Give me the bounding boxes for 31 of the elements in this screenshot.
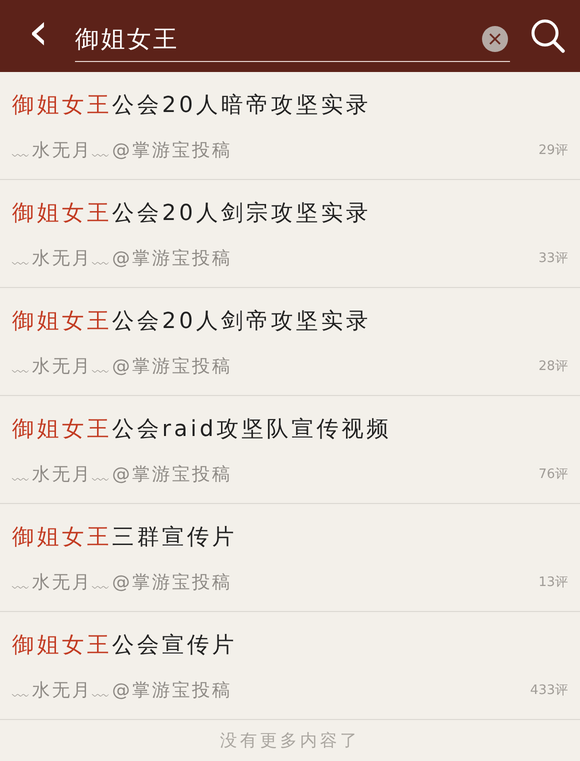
- result-source: ﹏水无月﹏@掌游宝投稿: [12, 138, 232, 162]
- result-item[interactable]: 御姐女王 公会20人剑宗攻坚实录 ﹏水无月﹏@掌游宝投稿 33评: [0, 180, 580, 288]
- result-title: 御姐女王 公会20人暗帝攻坚实录: [12, 92, 372, 120]
- result-source: ﹏水无月﹏@掌游宝投稿: [12, 678, 232, 702]
- result-source: ﹏水无月﹏@掌游宝投稿: [12, 462, 232, 486]
- result-source: ﹏水无月﹏@掌游宝投稿: [12, 246, 232, 270]
- close-icon: [489, 32, 501, 44]
- result-title: 御姐女王 公会raid攻坚队宣传视频: [12, 416, 393, 444]
- search-field[interactable]: 御姐女王: [74, 16, 510, 60]
- result-source: ﹏水无月﹏@掌游宝投稿: [12, 354, 232, 378]
- result-title: 御姐女王 公会宣传片: [12, 632, 238, 660]
- comment-count: 433评: [530, 682, 568, 698]
- comment-count: 28评: [538, 358, 568, 374]
- clear-button[interactable]: [482, 26, 508, 52]
- back-button[interactable]: ‹: [22, 6, 55, 58]
- result-item[interactable]: 御姐女王 公会20人暗帝攻坚实录 ﹏水无月﹏@掌游宝投稿 29评: [0, 72, 580, 180]
- search-button[interactable]: [530, 18, 566, 54]
- result-item[interactable]: 御姐女王 公会宣传片 ﹏水无月﹏@掌游宝投稿 433评: [0, 612, 580, 720]
- result-item[interactable]: 御姐女王 公会20人剑帝攻坚实录 ﹏水无月﹏@掌游宝投稿 28评: [0, 288, 580, 396]
- end-of-list-text: 没有更多内容了: [220, 730, 360, 752]
- comment-count: 29评: [538, 142, 568, 158]
- result-item[interactable]: 御姐女王 三群宣传片 ﹏水无月﹏@掌游宝投稿 13评: [0, 504, 580, 612]
- comment-count: 76评: [538, 466, 568, 482]
- search-icon: [530, 18, 566, 54]
- result-title: 御姐女王 公会20人剑帝攻坚实录: [12, 308, 372, 336]
- result-item[interactable]: 御姐女王 公会raid攻坚队宣传视频 ﹏水无月﹏@掌游宝投稿 76评: [0, 396, 580, 504]
- result-source: ﹏水无月﹏@掌游宝投稿: [12, 570, 232, 594]
- result-title: 御姐女王 三群宣传片: [12, 524, 238, 552]
- result-title: 御姐女王 公会20人剑宗攻坚实录: [12, 200, 372, 228]
- comment-count: 13评: [538, 574, 568, 590]
- comment-count: 33评: [538, 250, 568, 266]
